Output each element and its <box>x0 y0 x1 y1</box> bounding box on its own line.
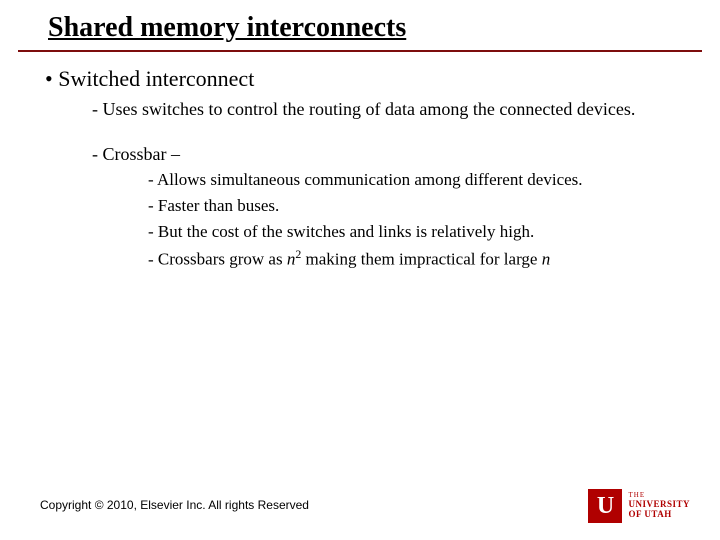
copyright-footer: Copyright © 2010, Elsevier Inc. All righ… <box>40 498 309 512</box>
bullet-level3: Allows simultaneous communication among … <box>148 169 680 191</box>
bullet-level3: Crossbars grow as n2 making them impract… <box>148 247 680 271</box>
title-wrap: Shared memory interconnects <box>0 12 720 48</box>
bullet-level3: But the cost of the switches and links i… <box>148 221 680 243</box>
bullet-l3d-pre: Crossbars grow as <box>158 250 287 269</box>
bullet-l3d-post: making them impractical for large <box>301 250 541 269</box>
logo-badge: U <box>587 488 623 524</box>
bullet-level2: Crossbar – <box>92 143 652 166</box>
logo-line3: OF UTAH <box>628 510 690 520</box>
bullet-l3c-text: But the cost of the switches and links i… <box>158 222 534 241</box>
slide-content: Shared memory interconnects Switched int… <box>0 0 720 271</box>
bullet-l3a-text: Allows simultaneous communication among … <box>157 170 583 189</box>
slide-title: Shared memory interconnects <box>48 12 672 44</box>
university-logo: U THE UNIVERSITY OF UTAH <box>587 488 690 524</box>
bullet-l2a-text: Uses switches to control the routing of … <box>103 99 636 119</box>
body-content: Switched interconnect Uses switches to c… <box>0 52 720 271</box>
bullet-l3b-text: Faster than buses. <box>158 196 279 215</box>
bullet-l1-text: Switched interconnect <box>58 66 254 91</box>
logo-text: THE UNIVERSITY OF UTAH <box>628 492 690 519</box>
bullet-level2: Uses switches to control the routing of … <box>92 98 652 121</box>
bullet-level1: Switched interconnect <box>40 66 680 92</box>
bullet-l2b-text: Crossbar – <box>103 144 181 164</box>
bullet-l3d-n2: n <box>542 250 551 269</box>
logo-glyph: U <box>597 494 614 518</box>
bullet-level3: Faster than buses. <box>148 195 680 217</box>
